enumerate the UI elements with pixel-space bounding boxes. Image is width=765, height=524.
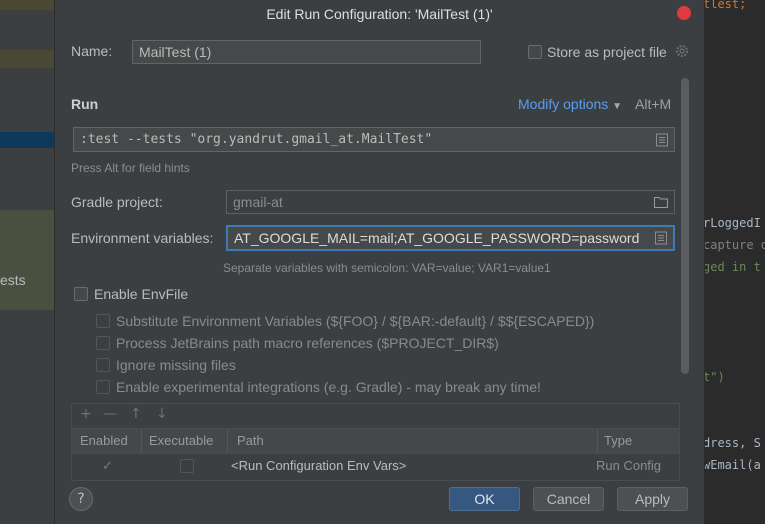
run-command-input[interactable]: :test --tests "org.yandrut.gmail_at.Mail… [73,127,675,152]
substitute-env-vars-label: Substitute Environment Variables (${FOO}… [116,313,595,329]
dialog-title: Edit Run Configuration: 'MailTest (1)' [266,6,493,22]
code-line: ged in t [703,260,761,274]
help-button[interactable]: ? [69,487,93,511]
substitute-env-vars-checkbox[interactable] [96,314,110,328]
field-hint: Press Alt for field hints [71,161,190,175]
ide-code-editor: tlest; rLoggedI capture o ged in t t") d… [703,0,765,524]
process-path-macros-checkbox[interactable] [96,336,110,350]
enable-envfile-label: Enable EnvFile [94,286,189,302]
ignore-missing-files-checkbox[interactable] [96,358,110,372]
column-enabled[interactable]: Enabled [80,429,128,453]
chevron-down-icon: ▼ [612,101,623,112]
ok-button[interactable]: OK [449,487,520,511]
experimental-integrations-label: Enable experimental integrations (e.g. G… [116,379,541,395]
column-path[interactable]: Path [237,429,264,453]
code-line: tlest; [703,0,747,11]
modify-options-shortcut: Alt+M [635,96,672,112]
table-row[interactable]: ✓ <Run Configuration Env Vars> Run Confi… [72,454,679,478]
expand-field-icon[interactable] [655,231,667,245]
row-type: Run Config [596,458,662,473]
table-header: Enabled Executable Path Type [72,429,679,454]
ide-left-text: ests [0,272,26,288]
environment-variables-hint: Separate variables with semicolon: VAR=v… [223,261,551,275]
table-toolbar: + — ↑ ↓ [72,404,679,429]
edit-run-configuration-dialog: Edit Run Configuration: 'MailTest (1)' N… [54,0,705,524]
experimental-integrations-checkbox[interactable] [96,380,110,394]
run-section-title: Run [71,96,99,112]
ignore-missing-files-label: Ignore missing files [116,357,236,373]
remove-icon[interactable]: — [103,406,117,422]
cancel-button[interactable]: Cancel [533,487,604,511]
add-icon[interactable]: + [80,406,92,422]
ide-highlight-strip [0,0,54,10]
gradle-project-input[interactable]: gmail-at [226,190,675,214]
ide-left-panel: ests [0,0,54,524]
dialog-scrollbar[interactable] [681,78,689,374]
folder-icon[interactable] [654,196,668,208]
process-path-macros-label: Process JetBrains path macro references … [116,335,499,351]
ide-selected-row [0,132,54,148]
modify-options-link[interactable]: Modify options ▼ [518,96,622,112]
ide-highlight-strip [0,50,54,68]
close-icon[interactable] [677,6,691,20]
row-path: <Run Configuration Env Vars> [231,458,407,473]
code-line: t") [703,370,725,384]
run-command-value: :test --tests "org.yandrut.gmail_at.Mail… [80,132,433,147]
environment-variables-input[interactable]: AT_GOOGLE_MAIL=mail;AT_GOOGLE_PASSWORD=p… [226,225,675,251]
gradle-project-value: gmail-at [233,194,283,210]
apply-button[interactable]: Apply [617,487,688,511]
store-as-project-file-checkbox[interactable] [528,45,542,59]
move-down-icon[interactable]: ↓ [156,406,168,422]
code-line: capture o [703,238,765,252]
enabled-check-icon[interactable]: ✓ [102,454,113,478]
name-input[interactable]: MailTest (1) [132,40,481,64]
gear-icon[interactable] [675,44,689,58]
modify-options-label: Modify options [518,96,609,112]
code-line: wEmail(a [703,458,761,472]
code-line: dress, S [703,436,761,450]
executable-checkbox[interactable] [180,459,194,473]
move-up-icon[interactable]: ↑ [130,406,142,422]
enable-envfile-checkbox[interactable] [74,287,88,301]
name-label: Name: [71,43,113,59]
envfile-table: + — ↑ ↓ Enabled Executable Path Type ✓ <… [71,403,680,481]
column-executable[interactable]: Executable [149,429,213,453]
ide-test-panel: ests [0,210,54,310]
code-line: rLoggedI [703,216,761,230]
store-as-project-file-label: Store as project file [547,44,667,60]
environment-variables-label: Environment variables: [71,230,214,246]
environment-variables-value: AT_GOOGLE_MAIL=mail;AT_GOOGLE_PASSWORD=p… [234,230,640,246]
column-type[interactable]: Type [604,429,632,453]
expand-field-icon[interactable] [656,133,668,146]
gradle-project-label: Gradle project: [71,194,163,210]
